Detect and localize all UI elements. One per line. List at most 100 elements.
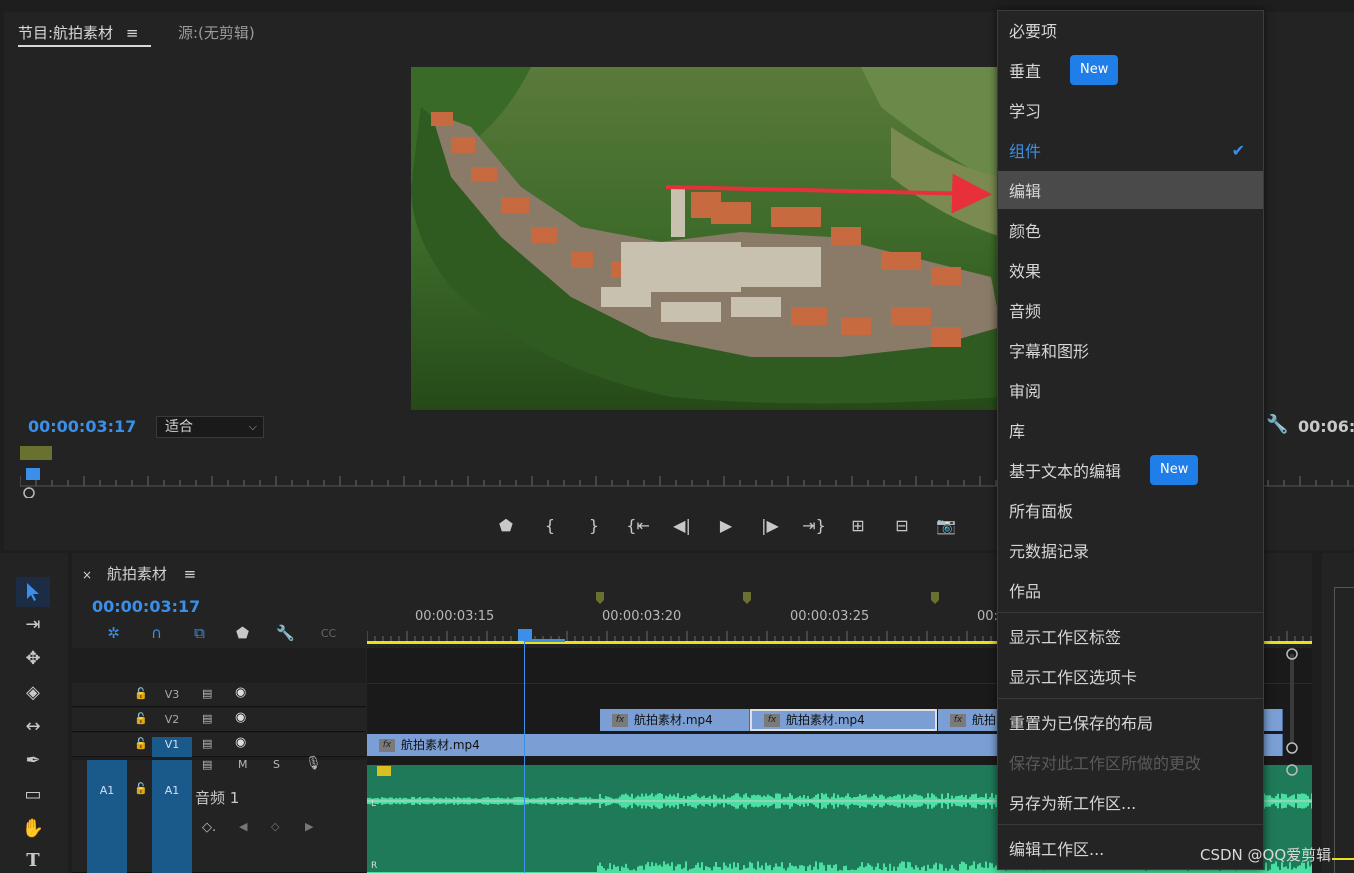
marker-icon[interactable]: ⬟ — [484, 512, 528, 538]
workspace-menu-item[interactable]: 必要项 — [998, 11, 1263, 49]
clip-v2-2-selected[interactable]: fx 航拍素材.mp4 — [750, 709, 937, 731]
play-icon[interactable]: ▶ — [704, 512, 748, 538]
workspace-menu-item[interactable]: 所有面板 — [998, 491, 1263, 529]
go-to-in-icon[interactable]: {⇤ — [616, 512, 660, 538]
hand-tool-icon[interactable]: ✋ — [16, 813, 50, 843]
track-name[interactable]: V1 — [152, 737, 192, 757]
workspace-menu-item[interactable]: 元数据记录 — [998, 531, 1263, 569]
overwrite-icon[interactable]: ⊟ — [880, 512, 924, 538]
fx-badge: fx — [950, 714, 966, 727]
export-frame-icon[interactable]: 📷 — [924, 512, 968, 538]
lock-icon[interactable]: 🔓 — [134, 712, 148, 725]
lock-icon[interactable]: 🔓 — [134, 782, 148, 795]
add-marker-icon[interactable]: ⬟ — [221, 623, 264, 643]
workspace-menu-item[interactable]: 审阅 — [998, 371, 1263, 409]
type-tool-icon[interactable]: T — [16, 845, 50, 873]
zoom-handle — [23, 487, 35, 498]
track-select-tool-icon[interactable]: ⇥ — [16, 609, 50, 639]
fx-badge: fx — [612, 714, 628, 727]
track-header-v2: 🔓 V2 ▤ ◉ — [72, 708, 366, 732]
prev-keyframe-icon[interactable]: ◀ — [239, 820, 247, 833]
track-name[interactable]: V2 — [152, 712, 192, 732]
monitor-playhead — [26, 468, 40, 480]
step-forward-icon[interactable]: |▶ — [748, 512, 792, 538]
fx-badge: fx — [379, 739, 395, 752]
source-patch-a1[interactable]: A1 — [87, 760, 127, 873]
solo-button[interactable]: S — [273, 758, 280, 771]
ruler-label-1: 00:00:03:15 — [415, 609, 495, 624]
workspace-menu-item[interactable]: 垂直 New — [998, 51, 1263, 89]
lock-icon[interactable]: 🔓 — [134, 687, 148, 700]
audio-channel-right: R — [371, 861, 378, 871]
add-keyframe-icon[interactable]: ◇ — [271, 820, 279, 833]
eye-icon[interactable]: ◉ — [235, 685, 246, 700]
timeline-settings-wrench-icon[interactable]: 🔧 — [264, 623, 307, 643]
workspace-menu-item[interactable]: 字幕和图形 — [998, 331, 1263, 369]
workspace-menu-item[interactable]: 学习 — [998, 91, 1263, 129]
keyframe-icon[interactable]: ◇. — [202, 820, 216, 835]
nest-toggle-icon[interactable]: ✲ — [92, 623, 135, 643]
rectangle-tool-icon[interactable]: ▭ — [16, 779, 50, 809]
mark-in-icon[interactable]: { — [528, 512, 572, 538]
mark-out-icon[interactable]: } — [572, 512, 616, 538]
sync-lock-icon[interactable]: ▤ — [202, 687, 212, 700]
go-to-out-icon[interactable]: ⇥} — [792, 512, 836, 538]
ripple-edit-tool-icon[interactable]: ✥ — [16, 643, 50, 673]
eye-icon[interactable]: ◉ — [235, 710, 246, 725]
workspace-menu-item[interactable]: 组件 ✔ — [998, 131, 1263, 169]
mute-button[interactable]: M — [238, 758, 248, 771]
settings-wrench-icon[interactable]: 🔧 — [1266, 414, 1288, 435]
track-headers: 🔓 V3 ▤ ◉ 🔓 V2 ▤ ◉ 🔓 V1 ▤ ◉ A1 🔓 A1 ▤ M S… — [72, 648, 366, 873]
clip-label: 航拍素材.mp4 — [401, 738, 480, 752]
fit-select-value: 适合 — [165, 419, 193, 435]
menu-item-label: 另存为新工作区... — [1009, 794, 1137, 813]
voiceover-mic-icon[interactable]: 🎙 — [305, 756, 322, 771]
panel-menu-icon[interactable]: ≡ — [126, 24, 139, 42]
close-tab-icon[interactable]: × — [82, 568, 92, 582]
menu-item-label: 作品 — [1009, 582, 1042, 601]
insert-icon[interactable]: ⊞ — [836, 512, 880, 538]
tab-source-monitor[interactable]: 源:(无剪辑) — [178, 22, 255, 43]
menu-item-label: 保存对此工作区所做的更改 — [1009, 754, 1202, 773]
panel-menu-icon[interactable]: ≡ — [184, 565, 197, 583]
workspace-menu-item[interactable]: 颜色 — [998, 211, 1263, 249]
tab-sequence[interactable]: × 航拍素材 ≡ — [82, 563, 196, 584]
selection-tool-icon[interactable] — [16, 577, 50, 607]
captions-icon[interactable]: CC — [307, 623, 350, 643]
workspace-menu-item[interactable]: 显示工作区标签 — [998, 617, 1263, 655]
sequence-timecode[interactable]: 00:00:03:17 — [92, 597, 200, 616]
playhead-line[interactable] — [524, 633, 525, 873]
ruler-label-2: 00:00:03:20 — [602, 609, 682, 624]
workspace-menu-item[interactable]: 音频 — [998, 291, 1263, 329]
sync-lock-icon[interactable]: ▤ — [202, 712, 212, 725]
menu-item-label: 效果 — [1009, 262, 1042, 281]
workspace-menu-item[interactable]: 基于文本的编辑 New — [998, 451, 1263, 489]
tab-program-monitor[interactable]: 节目:航拍素材 ≡ — [18, 22, 138, 43]
fit-zoom-select[interactable]: 适合 ⌵ — [156, 416, 264, 438]
workspace-menu-item[interactable]: 另存为新工作区... — [998, 783, 1263, 821]
clip-v2-1[interactable]: fx 航拍素材.mp4 — [600, 709, 750, 731]
workspace-menu-item[interactable]: 重置为已保存的布局 — [998, 703, 1263, 741]
program-timecode[interactable]: 00:00:03:17 — [28, 417, 136, 436]
duration-timecode: 00:06: — [1298, 417, 1354, 436]
track-name[interactable]: V3 — [152, 687, 192, 707]
lock-icon[interactable]: 🔓 — [134, 737, 148, 750]
razor-tool-icon[interactable]: ◈ — [16, 677, 50, 707]
slip-tool-icon[interactable]: ↔ — [16, 711, 50, 741]
step-back-icon[interactable]: ◀| — [660, 512, 704, 538]
snap-magnet-icon[interactable]: ∩ — [135, 623, 178, 643]
sync-lock-icon[interactable]: ▤ — [202, 758, 212, 771]
workspace-menu-item[interactable]: 作品 — [998, 571, 1263, 609]
workspace-menu-item[interactable]: 编辑 — [998, 171, 1263, 209]
track-name-a1[interactable]: A1 — [152, 760, 192, 873]
vertical-scrollbar[interactable] — [1285, 648, 1299, 873]
track-header-v1: 🔓 V1 ▤ ◉ — [72, 733, 366, 757]
workspace-menu-item[interactable]: 库 — [998, 411, 1263, 449]
linked-selection-icon[interactable]: ⧉ — [178, 623, 221, 643]
workspace-menu-item[interactable]: 效果 — [998, 251, 1263, 289]
sync-lock-icon[interactable]: ▤ — [202, 737, 212, 750]
workspace-menu-item[interactable]: 显示工作区选项卡 — [998, 657, 1263, 695]
eye-icon[interactable]: ◉ — [235, 735, 246, 750]
next-keyframe-icon[interactable]: ▶ — [305, 820, 313, 833]
pen-tool-icon[interactable]: ✒ — [16, 745, 50, 775]
